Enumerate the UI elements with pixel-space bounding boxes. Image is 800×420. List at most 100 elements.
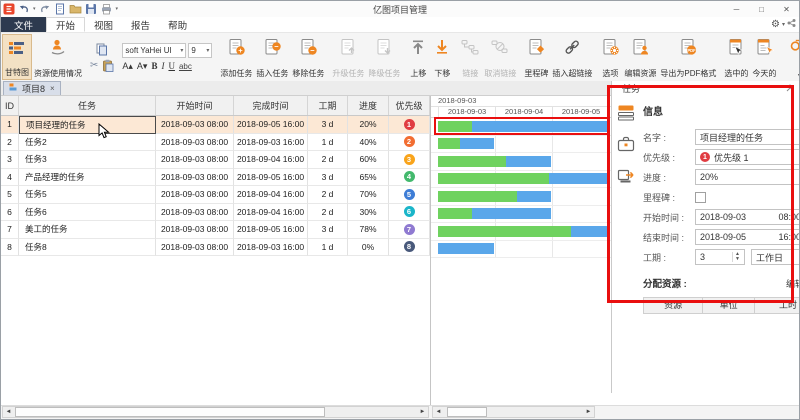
column-header-0[interactable]: ID: [1, 96, 19, 115]
task-row[interactable]: 3任务32018-09-03 08:002018-09-04 16:002 d6…: [1, 151, 430, 169]
gantt-bar[interactable]: [438, 191, 551, 202]
cell-start[interactable]: 2018-09-03 08:00: [156, 239, 234, 257]
document-tab[interactable]: 项目8 ×: [3, 81, 61, 95]
cell-priority[interactable]: 5: [389, 186, 430, 204]
promote-task-button[interactable]: 升级任务: [330, 34, 366, 80]
cell-priority[interactable]: 8: [389, 239, 430, 257]
maximize-button[interactable]: □: [749, 2, 774, 17]
scroll-right-icon[interactable]: ►: [583, 407, 594, 417]
gantt-view-button[interactable]: 甘特图: [2, 34, 32, 80]
cell-end[interactable]: 2018-09-05 16:00: [234, 221, 308, 239]
cell-id[interactable]: 8: [1, 239, 19, 257]
cell-name[interactable]: 任务8: [19, 239, 156, 257]
priority-select[interactable]: 1 优先级 1 ▼: [695, 149, 800, 165]
edit-resources-button[interactable]: 编辑资源: [622, 34, 658, 80]
task-row[interactable]: 6任务62018-09-03 08:002018-09-04 16:002 d3…: [1, 204, 430, 222]
cell-name[interactable]: 任务6: [19, 204, 156, 222]
cell-end[interactable]: 2018-09-05 16:00: [234, 169, 308, 187]
cell-progress[interactable]: 20%: [348, 116, 389, 134]
scroll-left-icon[interactable]: ◄: [3, 407, 14, 417]
task-name-input[interactable]: [695, 129, 800, 145]
task-info-icon[interactable]: [616, 104, 636, 126]
cell-priority[interactable]: 1: [389, 116, 430, 134]
font-size-select[interactable]: 9▾: [188, 43, 212, 58]
cell-id[interactable]: 7: [1, 221, 19, 239]
cell-start[interactable]: 2018-09-03 08:00: [156, 186, 234, 204]
cut-button[interactable]: ✂: [90, 59, 98, 72]
undo-icon[interactable]: [18, 3, 30, 15]
cell-name[interactable]: 产品经理的任务: [19, 169, 156, 187]
resources-briefcase-icon[interactable]: [616, 135, 636, 157]
scrollbar-thumb[interactable]: [15, 407, 325, 417]
redo-icon[interactable]: [39, 3, 51, 15]
column-header-2[interactable]: 开始时间: [156, 96, 234, 115]
minimize-button[interactable]: ─: [724, 2, 749, 17]
resource-col-unit[interactable]: 单位: [702, 298, 754, 313]
gantt-bar[interactable]: [438, 121, 608, 132]
export-resource-icon[interactable]: [616, 166, 636, 188]
find-dropdown-icon[interactable]: ▾: [798, 72, 799, 79]
cell-duration[interactable]: 2 d: [308, 151, 348, 169]
cell-priority[interactable]: 4: [389, 169, 430, 187]
table-horizontal-scrollbar[interactable]: ◄ ►: [2, 406, 429, 418]
cell-start[interactable]: 2018-09-03 08:00: [156, 204, 234, 222]
cell-duration[interactable]: 1 d: [308, 239, 348, 257]
menu-home[interactable]: 开始: [46, 17, 85, 32]
cell-priority[interactable]: 3: [389, 151, 430, 169]
cell-name[interactable]: 任务3: [19, 151, 156, 169]
bold-button[interactable]: B: [151, 61, 157, 71]
options-button[interactable]: 选项: [598, 34, 622, 80]
gantt-bar[interactable]: [438, 226, 608, 237]
paste-button[interactable]: [102, 59, 114, 72]
column-header-3[interactable]: 完成时间: [234, 96, 308, 115]
cell-progress[interactable]: 78%: [348, 221, 389, 239]
share-icon[interactable]: [787, 18, 796, 31]
insert-hyperlink-button[interactable]: 插入超链接: [550, 34, 594, 80]
resource-usage-button[interactable]: 资源使用情况: [32, 34, 84, 80]
cell-id[interactable]: 2: [1, 134, 19, 152]
underline-button[interactable]: U: [168, 61, 175, 71]
cell-progress[interactable]: 70%: [348, 186, 389, 204]
gantt-horizontal-scrollbar[interactable]: ◄ ►: [432, 406, 595, 418]
print-icon[interactable]: [100, 3, 113, 15]
column-header-1[interactable]: 任务: [19, 96, 156, 115]
gantt-bar[interactable]: [438, 173, 608, 184]
cell-start[interactable]: 2018-09-03 08:00: [156, 116, 234, 134]
cell-end[interactable]: 2018-09-04 16:00: [234, 204, 308, 222]
undo-dropdown-icon[interactable]: ▾: [33, 6, 36, 12]
cell-duration[interactable]: 3 d: [308, 221, 348, 239]
menu-report[interactable]: 报告: [122, 17, 159, 32]
column-header-6[interactable]: 优先级: [389, 96, 430, 115]
cell-duration[interactable]: 2 d: [308, 186, 348, 204]
scrollbar-thumb[interactable]: [447, 407, 487, 417]
settings-dropdown-icon[interactable]: ▾: [782, 21, 785, 28]
cell-start[interactable]: 2018-09-03 08:00: [156, 221, 234, 239]
cell-name[interactable]: 美工的任务: [19, 221, 156, 239]
milestone-checkbox[interactable]: [695, 192, 706, 203]
column-header-5[interactable]: 进度: [348, 96, 389, 115]
unlink-tasks-button[interactable]: 取消链接: [482, 34, 518, 80]
open-folder-icon[interactable]: [69, 3, 82, 15]
cell-priority[interactable]: 2: [389, 134, 430, 152]
save-icon[interactable]: [85, 3, 97, 15]
close-button[interactable]: ✕: [774, 2, 799, 17]
copy-button[interactable]: [90, 43, 114, 56]
cell-priority[interactable]: 7: [389, 221, 430, 239]
progress-input[interactable]: 20% ▲▼: [695, 169, 800, 185]
cell-progress[interactable]: 0%: [348, 239, 389, 257]
duration-unit-select[interactable]: 工作日 ▼: [751, 249, 800, 265]
new-document-icon[interactable]: [54, 3, 66, 15]
font-family-select[interactable]: soft YaHei UI▾: [122, 43, 186, 58]
link-tasks-button[interactable]: 链接: [458, 34, 482, 80]
cell-end[interactable]: 2018-09-05 16:00: [234, 116, 308, 134]
italic-button[interactable]: I: [161, 61, 164, 71]
settings-gear-icon[interactable]: ⚙: [771, 19, 780, 30]
show-selected-button[interactable]: 选中的: [722, 34, 750, 80]
decrease-font-button[interactable]: A▾: [137, 61, 148, 72]
cell-name[interactable]: 项目经理的任务: [19, 116, 156, 134]
show-today-button[interactable]: 今天的: [750, 34, 778, 80]
task-row[interactable]: 1 项目经理的任务2018-09-03 08:002018-09-05 16:00…: [1, 116, 430, 134]
cell-end[interactable]: 2018-09-03 16:00: [234, 239, 308, 257]
cell-end[interactable]: 2018-09-03 16:00: [234, 134, 308, 152]
menu-view[interactable]: 视图: [85, 17, 122, 32]
